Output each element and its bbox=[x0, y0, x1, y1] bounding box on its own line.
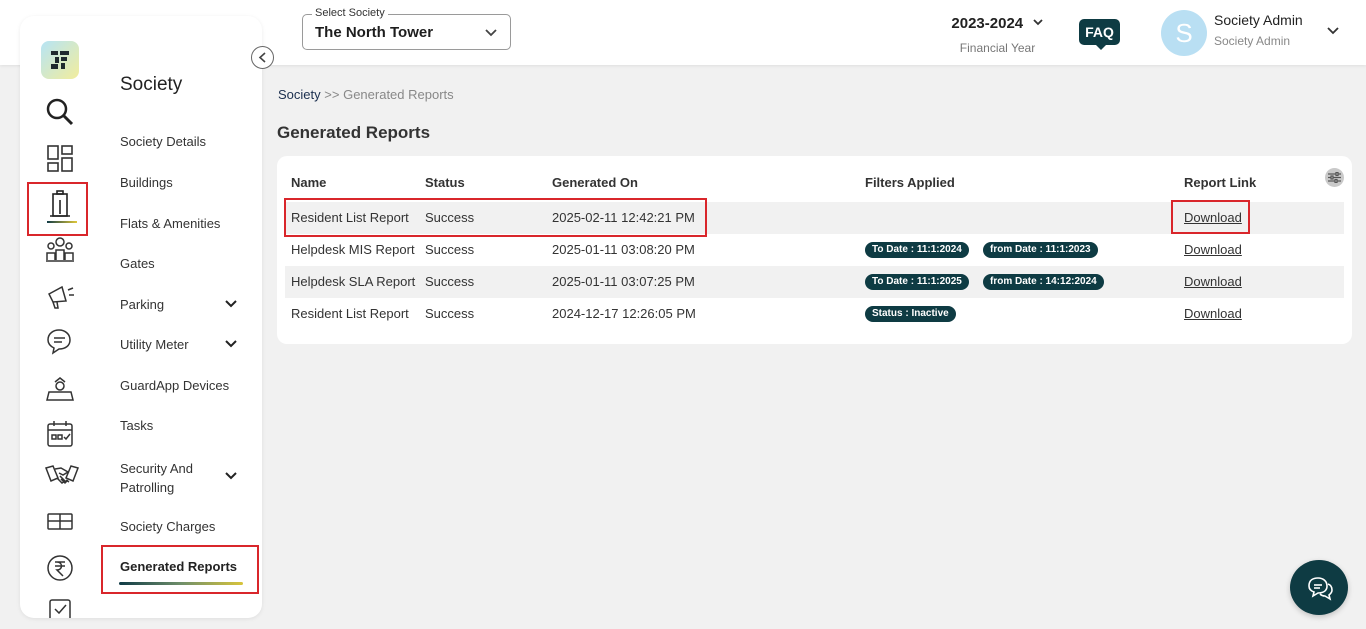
sidebar-item-utility-meter[interactable]: Utility Meter bbox=[120, 337, 245, 352]
cell-generated-on: 2025-01-11 03:08:20 PM bbox=[552, 242, 695, 257]
chevron-down-icon bbox=[484, 23, 498, 46]
chat-button[interactable] bbox=[1290, 560, 1348, 615]
sidebar-item-tasks[interactable]: Tasks bbox=[120, 418, 153, 433]
page-title: Generated Reports bbox=[277, 123, 431, 142]
column-header-report-link: Report Link bbox=[1184, 175, 1257, 190]
cell-generated-on: 2025-01-11 03:07:25 PM bbox=[552, 274, 695, 289]
dashboard-icon[interactable] bbox=[44, 142, 76, 174]
breadcrumb-link-society[interactable]: Society bbox=[278, 87, 321, 102]
sidebar-item-society-details[interactable]: Society Details bbox=[120, 134, 206, 149]
handshake-icon[interactable] bbox=[44, 460, 79, 492]
column-header-name: Name bbox=[291, 175, 327, 190]
financial-year-value: 2023-2024 bbox=[951, 15, 1024, 32]
sidebar: Society Society Details Buildings Flats … bbox=[20, 16, 262, 618]
sidebar-item-guardapp-devices[interactable]: GuardApp Devices bbox=[120, 378, 229, 393]
highlight-box bbox=[101, 545, 259, 594]
column-header-filters-applied: Filters Applied bbox=[865, 175, 955, 190]
announcement-icon[interactable] bbox=[44, 280, 76, 312]
sidebar-item-security-patrolling[interactable]: Security And Patrolling bbox=[120, 459, 245, 497]
society-select-value: The North Tower bbox=[315, 24, 434, 41]
breadcrumb-separator: >> bbox=[324, 87, 340, 102]
sidebar-item-buildings[interactable]: Buildings bbox=[120, 175, 173, 190]
sidebar-item-label: Utility Meter bbox=[120, 337, 189, 352]
filter-chip: from Date : 14:12:2024 bbox=[983, 274, 1104, 290]
user-menu-chevron-icon[interactable] bbox=[1326, 24, 1340, 42]
helpdesk-icon[interactable] bbox=[44, 326, 76, 358]
filter-chip: from Date : 11:1:2023 bbox=[983, 242, 1098, 258]
filter-chip: Status : Inactive bbox=[865, 306, 956, 322]
user-role: Society Admin bbox=[1214, 34, 1291, 48]
filter-chip: To Date : 11:1:2024 bbox=[865, 242, 969, 258]
rupee-icon[interactable] bbox=[44, 552, 76, 584]
chevron-down-icon bbox=[224, 298, 238, 313]
user-name: Society Admin bbox=[1214, 12, 1303, 28]
society-select[interactable]: Select Society The North Tower bbox=[302, 7, 511, 50]
highlight-box bbox=[284, 198, 707, 237]
breadcrumb: Society >> Generated Reports bbox=[278, 87, 454, 102]
table-settings-button[interactable] bbox=[1325, 168, 1344, 187]
chevron-down-icon bbox=[224, 338, 238, 353]
chevron-down-icon bbox=[224, 470, 238, 485]
filter-chip: To Date : 11:1:2025 bbox=[865, 274, 969, 290]
calendar-icon[interactable] bbox=[44, 418, 76, 450]
download-link[interactable]: Download bbox=[1184, 274, 1242, 289]
sidebar-title: Society bbox=[120, 74, 183, 95]
sidebar-item-label: Security And Patrolling bbox=[120, 461, 193, 495]
financial-year-label: Financial Year bbox=[959, 41, 1036, 55]
residents-icon[interactable] bbox=[44, 234, 76, 266]
sidebar-collapse-button[interactable] bbox=[251, 46, 274, 69]
financial-year-selector[interactable]: 2023-2024 Financial Year bbox=[940, 14, 1055, 55]
cell-status: Success bbox=[425, 306, 475, 321]
sidebar-item-parking[interactable]: Parking bbox=[120, 297, 245, 312]
guard-icon[interactable] bbox=[44, 372, 76, 404]
highlight-box bbox=[1171, 200, 1250, 234]
highlight-box bbox=[27, 182, 88, 236]
sidebar-item-flats-amenities[interactable]: Flats & Amenities bbox=[120, 216, 220, 231]
cell-status: Success bbox=[425, 242, 475, 257]
gift-icon[interactable] bbox=[44, 506, 76, 538]
breadcrumb-current: Generated Reports bbox=[343, 87, 454, 102]
cell-name: Helpdesk SLA Report bbox=[291, 274, 416, 289]
cell-name: Resident List Report bbox=[291, 306, 409, 321]
cell-generated-on: 2024-12-17 12:26:05 PM bbox=[552, 306, 696, 321]
download-link[interactable]: Download bbox=[1184, 306, 1242, 321]
sidebar-item-label: Parking bbox=[120, 297, 165, 312]
faq-button[interactable]: FAQ bbox=[1079, 19, 1120, 50]
avatar[interactable]: S bbox=[1161, 10, 1207, 56]
download-link[interactable]: Download bbox=[1184, 242, 1242, 257]
cell-status: Success bbox=[425, 274, 475, 289]
sidebar-item-gates[interactable]: Gates bbox=[120, 256, 155, 271]
column-header-generated-on: Generated On bbox=[552, 175, 638, 190]
app-logo[interactable] bbox=[41, 41, 79, 79]
cell-name: Helpdesk MIS Report bbox=[291, 242, 415, 257]
column-header-status: Status bbox=[425, 175, 465, 190]
checkbox-icon[interactable] bbox=[44, 596, 76, 618]
search-icon[interactable] bbox=[44, 96, 76, 128]
sidebar-item-society-charges[interactable]: Society Charges bbox=[120, 519, 215, 534]
society-select-label: Select Society bbox=[312, 7, 388, 19]
chevron-down-icon bbox=[1032, 14, 1044, 32]
